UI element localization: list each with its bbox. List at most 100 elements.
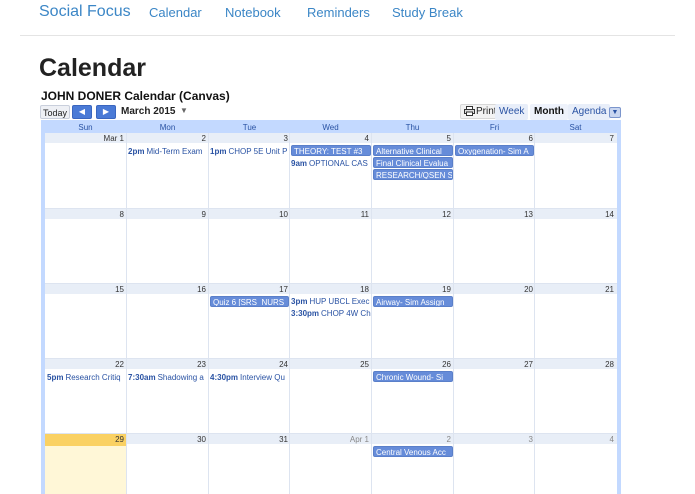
calendar-event[interactable]: RESEARCH/QSEN S: [373, 169, 453, 180]
date-number[interactable]: 2: [372, 435, 451, 445]
chevron-down-icon: ▼: [611, 109, 619, 116]
event-time: 5pm: [47, 373, 64, 382]
event-time: 3pm: [291, 297, 308, 306]
date-number[interactable]: 30: [127, 435, 206, 445]
page-title: Calendar: [39, 54, 146, 82]
view-menu-dropdown[interactable]: ▼: [609, 107, 621, 118]
chevron-left-icon: ◀: [78, 107, 86, 116]
printer-icon: [464, 106, 475, 116]
date-number[interactable]: 5: [372, 134, 451, 144]
weekday-header-tue: Tue: [242, 123, 257, 132]
event-title: Shadowing a: [157, 373, 204, 382]
date-number[interactable]: 22: [45, 360, 124, 370]
calendar-event[interactable]: Final Clinical Evalua: [373, 157, 453, 168]
event-title: HUP UBCL Exec: [309, 297, 370, 306]
date-number[interactable]: 14: [535, 210, 614, 220]
grid-line: [45, 433, 617, 434]
calendar-event[interactable]: 7:30am Shadowing a: [128, 372, 208, 383]
date-number[interactable]: 23: [127, 360, 206, 370]
date-number[interactable]: 9: [127, 210, 206, 220]
calendar-event[interactable]: Chronic Wound- Si: [373, 371, 453, 382]
weekday-header-sat: Sat: [569, 123, 582, 132]
calendar-event[interactable]: Oxygenation- Sim A: [455, 145, 534, 156]
calendar-event[interactable]: 2pm Mid-Term Exam: [128, 146, 208, 157]
brand-link[interactable]: Social Focus: [39, 3, 131, 21]
calendar-event[interactable]: Airway- Sim Assign: [373, 296, 453, 307]
date-number[interactable]: 10: [209, 210, 288, 220]
nav-divider: [20, 35, 675, 36]
date-number[interactable]: 27: [454, 360, 533, 370]
tab-week[interactable]: Week: [495, 104, 529, 120]
weekday-header-thu: Thu: [405, 123, 420, 132]
date-number[interactable]: 18: [290, 285, 369, 295]
nav-link-reminders[interactable]: Reminders: [307, 5, 370, 20]
date-number[interactable]: 26: [372, 360, 451, 370]
date-number[interactable]: 4: [535, 435, 614, 445]
nav-link-notebook[interactable]: Notebook: [225, 5, 281, 20]
date-number[interactable]: 2: [127, 134, 206, 144]
calendar-event[interactable]: Central Venous Acc: [373, 446, 453, 457]
today-button[interactable]: Today: [40, 105, 70, 119]
calendar-event[interactable]: 3:30pm CHOP 4W Ch: [291, 308, 371, 319]
calendar-event[interactable]: 4:30pm Interview Qu: [210, 372, 289, 383]
grid-line: [45, 283, 617, 284]
current-month-label: March 2015: [121, 106, 176, 117]
date-number[interactable]: 7: [535, 134, 614, 144]
event-time: 2pm: [128, 147, 145, 156]
date-number[interactable]: 3: [454, 435, 533, 445]
date-number[interactable]: 3: [209, 134, 288, 144]
event-time: 7:30am: [128, 373, 156, 382]
grid-line: [45, 208, 617, 209]
weekday-header-fri: Fri: [489, 123, 500, 132]
date-number[interactable]: 31: [209, 435, 288, 445]
date-number[interactable]: 24: [209, 360, 288, 370]
next-month-button[interactable]: ▶: [96, 105, 116, 119]
date-number[interactable]: 25: [290, 360, 369, 370]
date-number[interactable]: 8: [45, 210, 124, 220]
prev-month-button[interactable]: ◀: [72, 105, 92, 119]
nav-link-study-break[interactable]: Study Break: [392, 5, 463, 20]
grid-line: [45, 358, 617, 359]
calendar-event[interactable]: THEORY: TEST #3: [291, 145, 371, 156]
print-label: Print: [476, 106, 497, 117]
date-number[interactable]: 28: [535, 360, 614, 370]
date-number[interactable]: 20: [454, 285, 533, 295]
calendar-event[interactable]: Alternative Clinical: [373, 145, 453, 156]
date-number[interactable]: Apr 1: [290, 435, 369, 445]
date-number[interactable]: 11: [290, 210, 369, 220]
date-number[interactable]: 17: [209, 285, 288, 295]
nav-link-calendar[interactable]: Calendar: [149, 5, 202, 20]
event-title: Research Critiq: [65, 373, 121, 382]
event-time: 1pm: [210, 147, 227, 156]
event-time: 4:30pm: [210, 373, 239, 382]
event-title: Interview Qu: [240, 373, 285, 382]
top-navbar: Social Focus Calendar Notebook Reminders…: [0, 0, 695, 36]
date-number[interactable]: 12: [372, 210, 451, 220]
date-number[interactable]: 19: [372, 285, 451, 295]
event-title: Mid-Term Exam: [146, 147, 203, 156]
date-number[interactable]: 4: [290, 134, 369, 144]
chevron-right-icon: ▶: [102, 107, 110, 116]
date-number[interactable]: 6: [454, 134, 533, 144]
calendar-event[interactable]: 1pm CHOP 5E Unit P: [210, 146, 289, 157]
calendar-event[interactable]: Quiz 6 [SRS_NURS: [210, 296, 289, 307]
tab-month[interactable]: Month: [530, 104, 568, 120]
weekday-header-mon: Mon: [159, 123, 176, 132]
date-number[interactable]: Mar 1: [45, 134, 124, 144]
weekday-header-sun: Sun: [78, 123, 93, 132]
chevron-down-icon[interactable]: ▼: [180, 106, 188, 115]
tab-agenda[interactable]: Agenda: [568, 104, 611, 120]
event-title: OPTIONAL CAS: [309, 159, 368, 168]
date-number[interactable]: 21: [535, 285, 614, 295]
event-title: CHOP 4W Ch: [321, 309, 371, 318]
date-number[interactable]: 29: [45, 435, 124, 445]
event-time: 9am: [291, 159, 308, 168]
date-number[interactable]: 16: [127, 285, 206, 295]
calendar-title: JOHN DONER Calendar (Canvas): [41, 89, 230, 103]
calendar-event[interactable]: 3pm HUP UBCL Exec: [291, 296, 371, 307]
calendar-event[interactable]: 5pm Research Critiq: [47, 372, 126, 383]
calendar-event[interactable]: 9am OPTIONAL CAS: [291, 158, 371, 169]
event-time: 3:30pm: [291, 309, 320, 318]
date-number[interactable]: 15: [45, 285, 124, 295]
date-number[interactable]: 13: [454, 210, 533, 220]
